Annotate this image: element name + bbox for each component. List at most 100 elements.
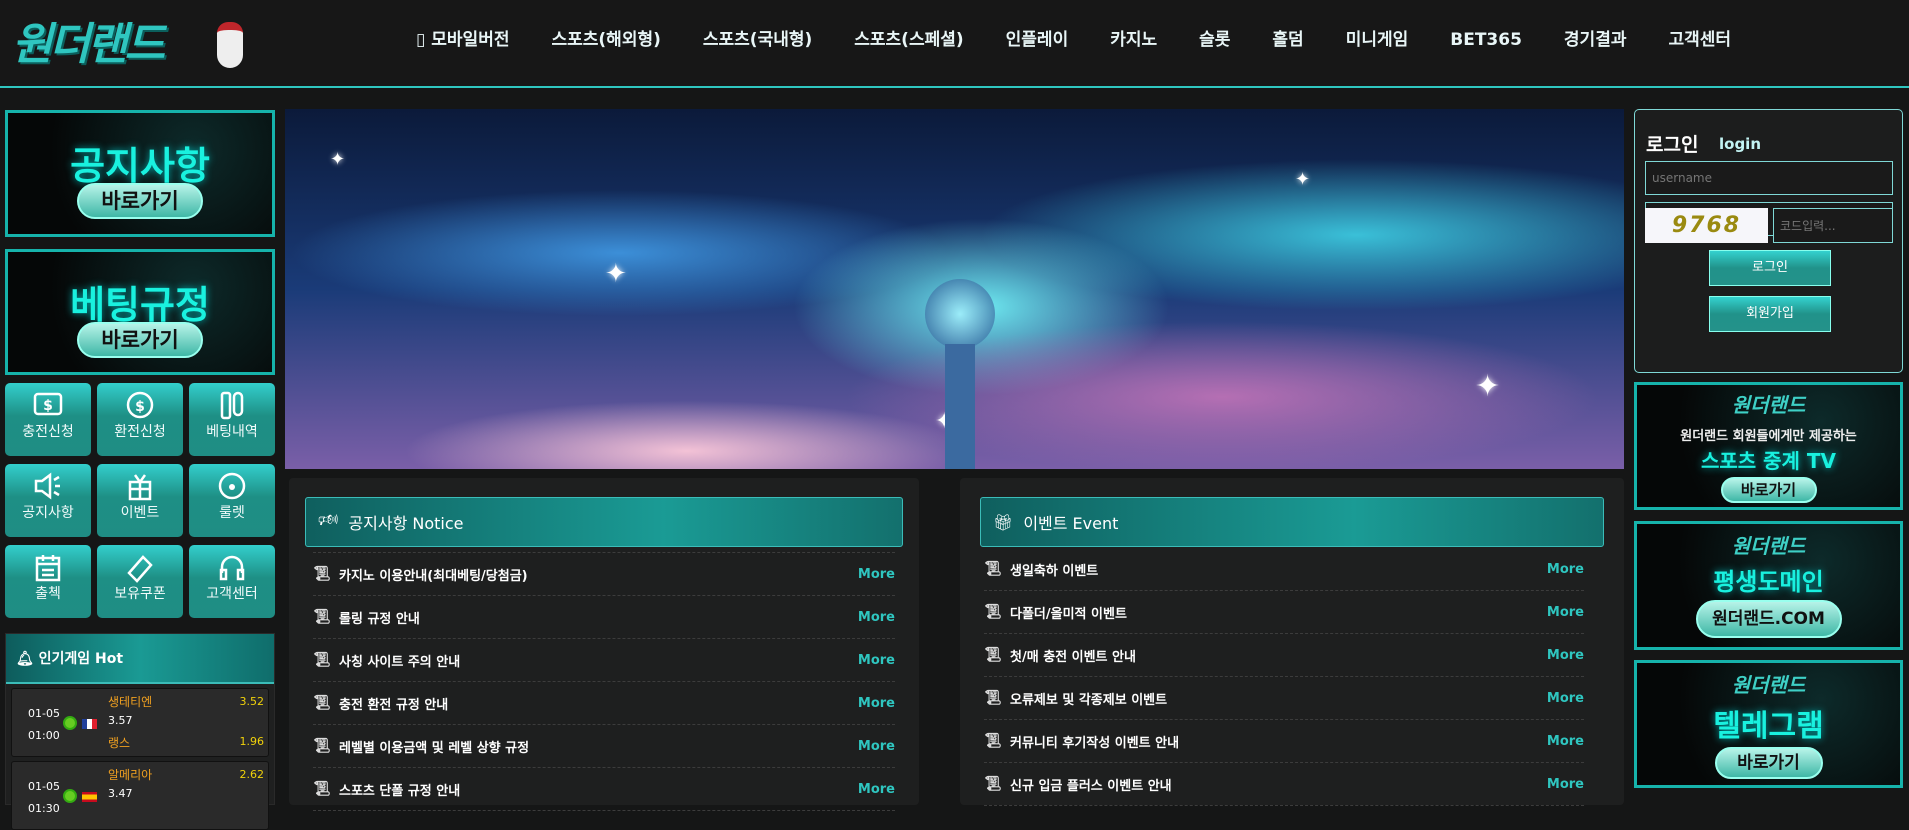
game-date: 01-05 bbox=[28, 707, 60, 720]
scroll-icon: 📜︎ bbox=[984, 604, 1002, 620]
nav-holdem[interactable]: 홀덤 bbox=[1251, 26, 1324, 54]
game-card[interactable]: 01-05 01:30 알메리아 3.47 2.62 bbox=[11, 761, 269, 830]
more-link[interactable]: More bbox=[1547, 562, 1584, 577]
login-button[interactable]: 로그인 bbox=[1709, 250, 1831, 286]
notice-list: 📜︎ 카지노 이용안내(최대베팅/당첨금) More 📜︎ 롤링 규정 안내 More … bbox=[313, 552, 895, 811]
more-link[interactable]: More bbox=[1547, 648, 1584, 663]
tile-roulette[interactable]: 룰렛 bbox=[189, 464, 275, 537]
tower bbox=[945, 344, 975, 469]
username-input[interactable] bbox=[1645, 161, 1893, 195]
ticket-icon bbox=[97, 545, 183, 583]
notice-banner[interactable]: 공지사항 바로가기 bbox=[5, 110, 275, 237]
banner-brand: 원더랜드 bbox=[1731, 393, 1806, 417]
sparkle-icon: ✦ bbox=[1295, 169, 1311, 190]
megaphone-icon: 🕬︎ bbox=[318, 509, 339, 529]
quick-menu: $ 충전신청 $ 환전신청 베팅내역 공지사항 이벤트 룰렛 출첵 보유쿠폰 고객센… bbox=[5, 383, 275, 618]
scroll-icon: 📜︎ bbox=[313, 738, 331, 754]
svg-text:$: $ bbox=[135, 399, 145, 415]
notice-item-title: 레벨별 이용금액 및 레벨 상향 규정 bbox=[339, 740, 530, 756]
banner-title: 베팅규정 bbox=[70, 283, 210, 327]
betting-rules-banner[interactable]: 베팅규정 바로가기 bbox=[5, 249, 275, 375]
more-link[interactable]: More bbox=[1547, 691, 1584, 706]
scroll-icon: 📜︎ bbox=[984, 690, 1002, 706]
tile-attendance[interactable]: 출첵 bbox=[5, 545, 91, 618]
banner-title: 텔레그램 bbox=[1713, 709, 1824, 744]
notice-item[interactable]: 📜︎ 충전 환전 규정 안내 More bbox=[313, 682, 895, 725]
more-link[interactable]: More bbox=[858, 696, 895, 711]
nav-inplay[interactable]: 인플레이 bbox=[985, 26, 1090, 54]
cash-icon: $ bbox=[5, 383, 91, 421]
event-item[interactable]: 📜︎ 첫/매 충전 이벤트 안내 More bbox=[984, 634, 1584, 677]
home-team: 알메리아 bbox=[108, 768, 153, 782]
game-card[interactable]: 01-05 01:00 생테티엔 3.57 랭스 3.52 1.96 bbox=[11, 688, 269, 757]
event-item-title: 오류제보 및 각종제보 이벤트 bbox=[1010, 692, 1168, 708]
nav-bet365[interactable]: BET365 bbox=[1429, 26, 1543, 54]
event-item[interactable]: 📜︎ 커뮤니티 후기작성 이벤트 안내 More bbox=[984, 720, 1584, 763]
notice-item-title: 카지노 이용안내(최대베팅/당첨금) bbox=[339, 568, 528, 584]
tile-label: 출첵 bbox=[35, 586, 61, 602]
scroll-icon: 📜︎ bbox=[313, 566, 331, 582]
more-link[interactable]: More bbox=[1547, 777, 1584, 792]
more-link[interactable]: More bbox=[858, 610, 895, 625]
draw-odds[interactable]: 3.57 bbox=[108, 714, 133, 727]
nav-support[interactable]: 고객센터 bbox=[1647, 26, 1752, 54]
soccer-ball-icon bbox=[63, 716, 77, 730]
site-logo[interactable]: 원더랜드 bbox=[12, 8, 252, 72]
dollar-coin-icon: $ bbox=[97, 383, 183, 421]
tile-support[interactable]: 고객센터 bbox=[189, 545, 275, 618]
event-list: 📜︎ 생일축하 이벤트 More 📜︎ 다폴더/올미적 이벤트 More 📜︎ 첫/매 충… bbox=[984, 548, 1584, 806]
more-link[interactable]: More bbox=[858, 653, 895, 668]
nav-casino[interactable]: 카지노 bbox=[1089, 26, 1178, 54]
glass-orb bbox=[925, 279, 995, 349]
tile-label: 보유쿠폰 bbox=[114, 586, 166, 602]
nav-slot[interactable]: 슬롯 bbox=[1178, 26, 1251, 54]
telegram-banner[interactable]: 원더랜드 텔레그램 바로가기 bbox=[1634, 660, 1903, 788]
nav-sports-special[interactable]: 스포츠(스페셜) bbox=[833, 26, 984, 54]
signup-button[interactable]: 회원가입 bbox=[1709, 296, 1831, 332]
notice-title: 공지사항 Notice bbox=[348, 514, 464, 533]
nav-sports-overseas[interactable]: 스포츠(해외형) bbox=[530, 26, 681, 54]
event-panel: 🎁︎ 이벤트 Event 📜︎ 생일축하 이벤트 More 📜︎ 다폴더/올미적 이벤트… bbox=[960, 478, 1624, 806]
away-odds[interactable]: 1.96 bbox=[240, 735, 265, 748]
sparkle-icon: ✦ bbox=[605, 259, 627, 289]
tile-notice[interactable]: 공지사항 bbox=[5, 464, 91, 537]
notice-item[interactable]: 📜︎ 카지노 이용안내(최대베팅/당첨금) More bbox=[313, 553, 895, 596]
event-item[interactable]: 📜︎ 오류제보 및 각종제보 이벤트 More bbox=[984, 677, 1584, 720]
tile-bet-history[interactable]: 베팅내역 bbox=[189, 383, 275, 456]
event-item[interactable]: 📜︎ 신규 입금 플러스 이벤트 안내 More bbox=[984, 763, 1584, 806]
tile-coupon[interactable]: 보유쿠폰 bbox=[97, 545, 183, 618]
home-team: 생테티엔 bbox=[108, 695, 153, 709]
notice-item-title: 롤링 규정 안내 bbox=[339, 611, 420, 627]
domain-banner[interactable]: 원더랜드 평생도메인 원더랜드.COM bbox=[1634, 521, 1903, 650]
notice-item[interactable]: 📜︎ 레벨별 이용금액 및 레벨 상향 규정 More bbox=[313, 725, 895, 768]
hot-games-panel: 🔔︎ 인기게임 Hot 01-05 01:00 생테티엔 3.57 랭스 3.52… bbox=[5, 633, 275, 830]
tile-withdraw[interactable]: $ 환전신청 bbox=[97, 383, 183, 456]
banner-go-button: 바로가기 bbox=[77, 183, 203, 219]
nav-mobile[interactable]: ▯ 모바일버전 bbox=[395, 26, 530, 54]
more-link[interactable]: More bbox=[858, 567, 895, 582]
nav-minigame[interactable]: 미니게임 bbox=[1325, 26, 1430, 54]
notice-item[interactable]: 📜︎ 사칭 사이트 주의 안내 More bbox=[313, 639, 895, 682]
captcha-code-input[interactable] bbox=[1773, 208, 1893, 243]
notice-item[interactable]: 📜︎ 롤링 규정 안내 More bbox=[313, 596, 895, 639]
nav-results[interactable]: 경기결과 bbox=[1543, 26, 1648, 54]
sports-tv-banner[interactable]: 원더랜드 원더랜드 회원들에게만 제공하는 스포츠 중계 TV 바로가기 bbox=[1634, 382, 1903, 510]
more-link[interactable]: More bbox=[1547, 605, 1584, 620]
home-odds[interactable]: 3.52 bbox=[240, 695, 265, 708]
notice-item-title: 스포츠 단폴 규정 안내 bbox=[339, 783, 461, 799]
more-link[interactable]: More bbox=[858, 739, 895, 754]
megaphone-icon bbox=[5, 464, 91, 502]
draw-odds[interactable]: 3.47 bbox=[108, 787, 133, 800]
away-team: 랭스 bbox=[108, 736, 131, 750]
tile-event[interactable]: 이벤트 bbox=[97, 464, 183, 537]
banner-brand: 원더랜드 bbox=[1731, 534, 1806, 558]
more-link[interactable]: More bbox=[858, 782, 895, 797]
more-link[interactable]: More bbox=[1547, 734, 1584, 749]
event-item[interactable]: 📜︎ 생일축하 이벤트 More bbox=[984, 548, 1584, 591]
nav-sports-domestic[interactable]: 스포츠(국내형) bbox=[682, 26, 833, 54]
svg-text:$: $ bbox=[43, 398, 53, 414]
event-item[interactable]: 📜︎ 다폴더/올미적 이벤트 More bbox=[984, 591, 1584, 634]
banner-go-button: 바로가기 bbox=[1714, 747, 1823, 779]
home-odds[interactable]: 2.62 bbox=[240, 768, 265, 781]
tile-deposit[interactable]: $ 충전신청 bbox=[5, 383, 91, 456]
